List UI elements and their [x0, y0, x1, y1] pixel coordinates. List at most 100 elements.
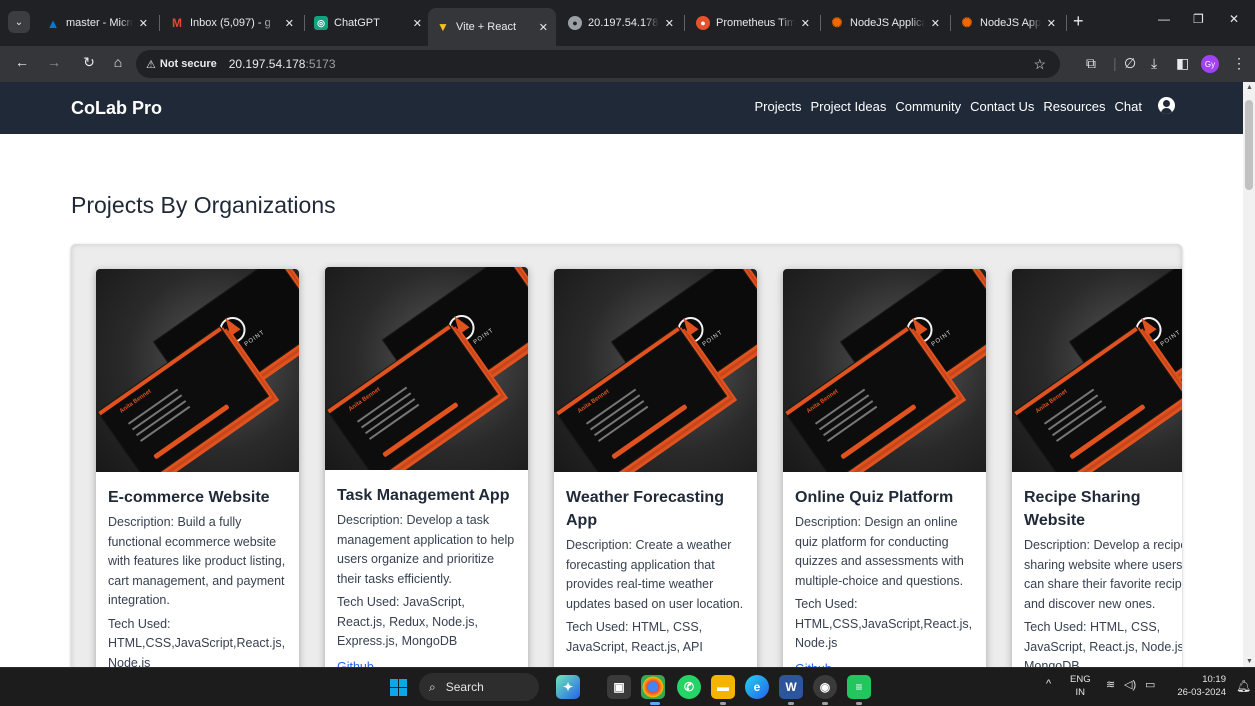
scroll-down-icon[interactable]: ▼ [1246, 658, 1253, 665]
nav-chat[interactable]: Chat [1115, 99, 1142, 114]
browser-toolbar: ← → ↻ ⌂ ⚠ Not secure 20.197.54.178:5173 … [0, 46, 1255, 82]
tab-nodejs-1[interactable]: ✺ NodeJS Applicati ✕ [822, 8, 948, 38]
tab-search-chevron-icon[interactable]: ⌄ [8, 11, 30, 33]
download-icon[interactable]: ⤓ [1151, 55, 1157, 72]
close-icon[interactable]: ✕ [139, 17, 148, 30]
security-label[interactable]: Not secure [160, 58, 217, 70]
search-label: Search [445, 680, 484, 694]
bookmark-star-icon[interactable]: ☆ [1033, 56, 1046, 73]
lang-code: ENG [1070, 674, 1091, 685]
profile-avatar[interactable]: Gy [1201, 55, 1219, 73]
close-icon[interactable]: ✕ [413, 17, 422, 30]
tab-title: 20.197.54.178:30 [588, 17, 659, 29]
restore-icon[interactable]: ❐ [1193, 12, 1204, 26]
project-card-title: Online Quiz Platform [795, 489, 954, 506]
close-window-icon[interactable]: ✕ [1229, 12, 1239, 26]
url-port: :5173 [305, 57, 336, 71]
tab-title: ChatGPT [334, 17, 380, 29]
word-app-icon[interactable]: W [779, 675, 803, 699]
project-card-tech: Tech Used: HTML, CSS, JavaScript, React.… [566, 620, 703, 654]
close-icon[interactable]: ✕ [931, 17, 940, 30]
page-viewport: CoLab Pro Projects Project Ideas Communi… [0, 82, 1243, 667]
project-card[interactable]: CIRCLE POINT Anita Bennet Task Management … [325, 267, 528, 667]
notepad-app-icon[interactable]: ≡ [847, 675, 871, 699]
close-icon[interactable]: ✕ [665, 17, 674, 30]
project-card[interactable]: CIRCLE POINT Anita Bennet E-commerce Websi… [96, 269, 299, 667]
system-clock[interactable]: 10:19 26-03-2024 [1170, 673, 1226, 699]
project-card-title: Task Management App [337, 487, 510, 504]
project-card-image: CIRCLE POINT Anita Bennet [1012, 269, 1182, 472]
tab-title: Inbox (5,097) - g [190, 17, 271, 29]
tab-prometheus[interactable]: ● Prometheus Time ✕ [688, 8, 818, 38]
project-card[interactable]: CIRCLE POINT Anita Bennet Weather Forecast… [554, 269, 757, 667]
task-view-icon[interactable]: ▣ [607, 675, 631, 699]
close-icon[interactable]: ✕ [539, 21, 548, 34]
volume-icon[interactable]: ◁) [1124, 678, 1136, 691]
chrome-app-icon[interactable] [641, 675, 665, 699]
file-explorer-icon[interactable]: ▬ [711, 675, 735, 699]
copilot-app-icon[interactable]: ✦ [556, 675, 580, 699]
nav-project-ideas[interactable]: Project Ideas [810, 99, 886, 114]
site-brand-logo[interactable]: CoLab Pro [71, 98, 162, 119]
nav-projects[interactable]: Projects [754, 99, 801, 114]
wifi-icon[interactable]: ≋ [1106, 678, 1115, 691]
grafana-icon: ✺ [831, 15, 843, 30]
project-card[interactable]: CIRCLE POINT Anita Bennet Recipe Sharing W… [1012, 269, 1182, 667]
sidepanel-icon[interactable]: ◧ [1176, 55, 1189, 72]
extensions-puzzle-icon[interactable]: ⧉ [1086, 55, 1096, 72]
project-card[interactable]: CIRCLE POINT Anita Bennet Online Quiz Plat… [783, 269, 986, 667]
taskbar-search[interactable]: ⌕ Search [419, 673, 539, 701]
scroll-thumb[interactable] [1245, 100, 1253, 190]
reload-icon[interactable]: ↻ [80, 54, 98, 71]
project-card-tech: Tech Used: HTML, CSS, JavaScript, React.… [1024, 620, 1182, 667]
url-host: 20.197.54.178 [228, 57, 306, 71]
new-tab-button[interactable]: + [1073, 12, 1084, 30]
tab-gmail[interactable]: M Inbox (5,097) - g ✕ [162, 8, 302, 38]
project-card-github-link[interactable]: Github [795, 660, 974, 668]
tab-title: Prometheus Time [716, 17, 795, 29]
copilot-icon[interactable]: ∅ [1124, 55, 1136, 72]
close-icon[interactable]: ✕ [285, 17, 294, 30]
close-icon[interactable]: ✕ [801, 17, 810, 30]
tab-azure[interactable]: ▲ master - Microsoft ✕ [38, 8, 156, 38]
whatsapp-icon[interactable]: ✆ [677, 675, 701, 699]
tab-vite-react-active[interactable]: ▼ Vite + React ✕ [428, 8, 556, 46]
tab-nodejs-2[interactable]: ✺ NodeJS Applicati ✕ [952, 8, 1064, 38]
warning-icon[interactable]: ⚠ [146, 58, 156, 71]
menu-kebab-icon[interactable]: ⋮ [1232, 55, 1246, 72]
project-card-body: Recipe Sharing Website Description: Devel… [1012, 472, 1182, 667]
chatgpt-icon: ◎ [314, 16, 328, 30]
nav-resources[interactable]: Resources [1043, 99, 1105, 114]
minimize-icon[interactable]: — [1158, 12, 1170, 26]
close-icon[interactable]: ✕ [1047, 17, 1056, 30]
back-arrow-icon[interactable]: ← [13, 54, 31, 70]
forward-arrow-icon[interactable]: → [45, 54, 63, 70]
obs-app-icon[interactable]: ◉ [813, 675, 837, 699]
notification-bell-icon[interactable]: 🔔︎ [1236, 679, 1251, 693]
nav-community[interactable]: Community [895, 99, 961, 114]
scroll-up-icon[interactable]: ▲ [1246, 84, 1253, 91]
project-card-github-link[interactable]: Github [337, 658, 516, 668]
user-account-icon[interactable] [1158, 97, 1175, 114]
site-navbar: CoLab Pro Projects Project Ideas Communi… [0, 82, 1243, 134]
language-indicator[interactable]: ENG IN [1070, 673, 1091, 699]
address-bar[interactable]: ⚠ Not secure 20.197.54.178:5173 ☆ [136, 50, 1060, 78]
page-scrollbar[interactable]: ▲ ▼ [1243, 82, 1255, 667]
home-icon[interactable]: ⌂ [109, 54, 127, 70]
project-card-description: Description: Develop a task management a… [337, 513, 515, 586]
battery-icon[interactable]: ▭ [1145, 678, 1155, 691]
tab-title: master - Microsoft [66, 17, 133, 29]
project-card-body: Task Management App Description: Develop … [325, 470, 528, 667]
projects-carousel[interactable]: CIRCLE POINT Anita Bennet E-commerce Websi… [71, 244, 1182, 667]
windows-start-icon[interactable] [390, 679, 407, 696]
tab-ip-address[interactable]: ● 20.197.54.178:30 ✕ [560, 8, 682, 38]
grafana-icon: ✺ [961, 15, 973, 30]
tab-title: NodeJS Applicati [850, 17, 925, 29]
project-card-title: E-commerce Website [108, 489, 270, 506]
tray-chevron-up-icon[interactable]: ^ [1046, 678, 1051, 690]
nav-contact-us[interactable]: Contact Us [970, 99, 1034, 114]
tab-title: NodeJS Applicati [980, 17, 1041, 29]
edge-app-icon[interactable]: e [745, 675, 769, 699]
project-card-tech: Tech Used: JavaScript, React.js, Redux, … [337, 595, 479, 648]
tab-chatgpt[interactable]: ◎ ChatGPT ✕ [306, 8, 430, 38]
